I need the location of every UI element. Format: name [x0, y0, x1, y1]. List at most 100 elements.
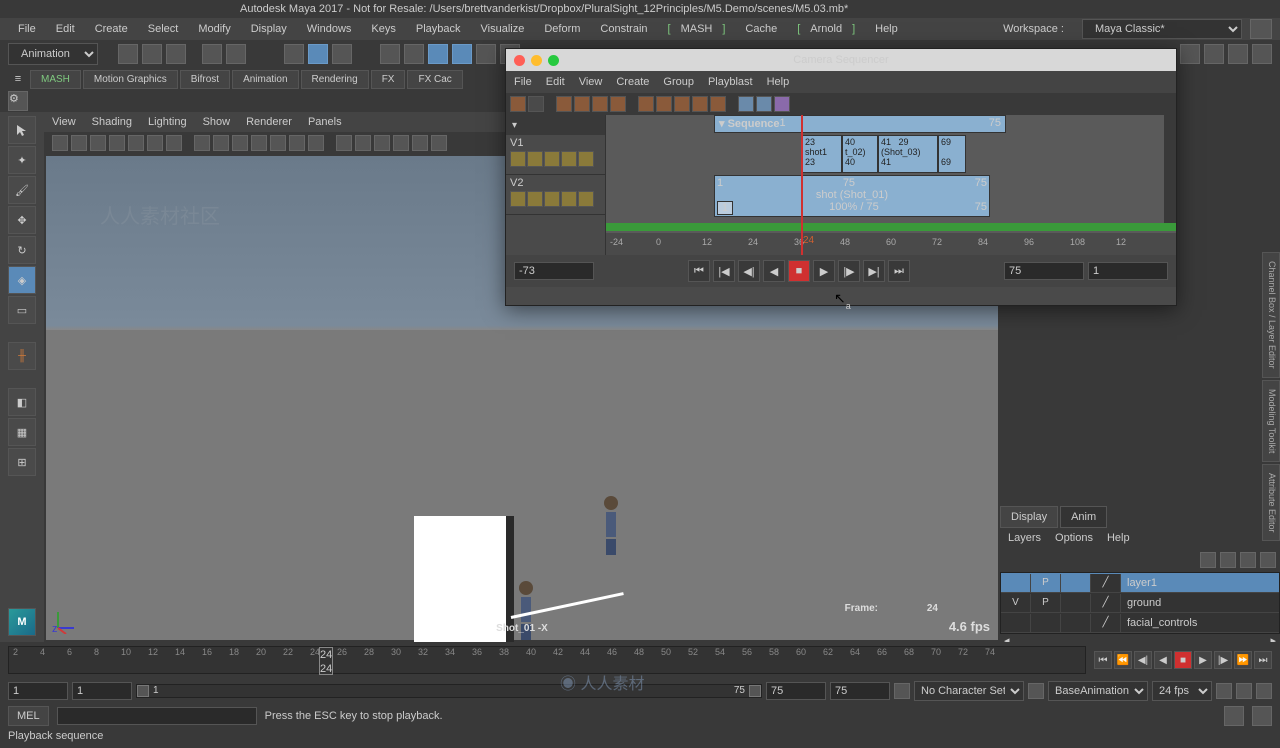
seq-track-v2[interactable]: V2: [506, 175, 605, 215]
menu-keys[interactable]: Keys: [361, 19, 405, 39]
seq-clip[interactable]: 40t_02)40: [842, 135, 878, 173]
range-handle-end[interactable]: [749, 685, 761, 697]
snap-grid-icon[interactable]: [332, 44, 352, 64]
seq-split-icon[interactable]: [656, 96, 672, 112]
anim-start-input[interactable]: [8, 682, 68, 700]
seq-insert-icon[interactable]: [610, 96, 626, 112]
vp-isolate-icon[interactable]: [336, 135, 352, 151]
seq-audio-icon[interactable]: [774, 96, 790, 112]
seq-track-v1[interactable]: V1: [506, 135, 605, 175]
timeline-ruler[interactable]: 2424 24681012141618202224262830323436384…: [8, 646, 1086, 674]
shelf-tab-mash[interactable]: MASH: [30, 70, 81, 89]
vp-ao-icon[interactable]: [374, 135, 390, 151]
step-forward-key-button[interactable]: ⏩: [1234, 651, 1252, 669]
seq-trim-icon[interactable]: [638, 96, 654, 112]
seq-play-back-button[interactable]: ◀: [763, 260, 785, 282]
vp-menu-renderer[interactable]: Renderer: [246, 116, 292, 128]
shelf-menu-icon[interactable]: ≡: [8, 73, 28, 85]
seq-overwrite-icon[interactable]: [592, 96, 608, 112]
seq-group-icon[interactable]: [692, 96, 708, 112]
seq-ubercam-icon[interactable]: [738, 96, 754, 112]
single-pane-icon[interactable]: ▦: [8, 418, 36, 446]
vp-menu-panels[interactable]: Panels: [308, 116, 342, 128]
seq-collapse-icon[interactable]: ▾: [506, 115, 605, 135]
mel-label[interactable]: MEL: [8, 706, 49, 726]
vp-menu-shading[interactable]: Shading: [92, 116, 132, 128]
layer-type-toggle[interactable]: [1061, 614, 1091, 632]
new-scene-icon[interactable]: [118, 44, 138, 64]
vp-2d-pan-icon[interactable]: [109, 135, 125, 151]
seq-go-end-button[interactable]: ⏭: [888, 260, 910, 282]
scale-tool[interactable]: ◈: [8, 266, 36, 294]
seq-clip[interactable]: 6969: [938, 135, 966, 173]
prefs-icon[interactable]: [1256, 683, 1272, 699]
tab-display[interactable]: Display: [1000, 506, 1058, 528]
move-tool[interactable]: ✥: [8, 206, 36, 234]
fps-dropdown[interactable]: 24 fps: [1152, 681, 1212, 701]
panel-layout2-icon[interactable]: [1204, 44, 1224, 64]
workspace-lock-icon[interactable]: [1250, 19, 1272, 39]
seq-playblast-icon[interactable]: [756, 96, 772, 112]
menu-windows[interactable]: Windows: [297, 19, 362, 39]
layer-color-swatch[interactable]: ╱: [1091, 614, 1121, 632]
solo-icon[interactable]: [527, 191, 543, 207]
layer-color-swatch[interactable]: ╱: [1091, 574, 1121, 592]
layer-type-toggle[interactable]: [1061, 574, 1091, 592]
layer-playback-toggle[interactable]: P: [1031, 594, 1061, 612]
seq-playhead[interactable]: 24: [801, 115, 803, 255]
seq-menu-file[interactable]: File: [514, 76, 532, 88]
vp-xray-icon[interactable]: [355, 135, 371, 151]
vp-menu-lighting[interactable]: Lighting: [148, 116, 187, 128]
anim-layer-icon[interactable]: [1028, 683, 1044, 699]
manipulator-tool[interactable]: ╫: [8, 342, 36, 370]
mute-icon[interactable]: [544, 191, 560, 207]
menu-help[interactable]: Help: [865, 19, 908, 39]
scroll-left-icon[interactable]: ◂: [1004, 634, 1010, 642]
seq-step-fwd-button[interactable]: |▶: [838, 260, 860, 282]
cam-icon[interactable]: [578, 191, 594, 207]
menu-constrain[interactable]: Constrain: [590, 19, 657, 39]
vp-grid-icon[interactable]: [147, 135, 163, 151]
play-backward-button[interactable]: ◀: [1154, 651, 1172, 669]
character-icon[interactable]: [894, 683, 910, 699]
layer-playback-toggle[interactable]: P: [1031, 574, 1061, 592]
snap-curve-icon[interactable]: [428, 44, 448, 64]
vp-grease-icon[interactable]: [128, 135, 144, 151]
seq-play-fwd-button[interactable]: ▶: [813, 260, 835, 282]
menu-arnold[interactable]: [Arnold]: [787, 19, 865, 39]
last-tool[interactable]: ▭: [8, 296, 36, 324]
four-pane-icon[interactable]: ⊞: [8, 448, 36, 476]
go-to-end-button[interactable]: ⏭: [1254, 651, 1272, 669]
menu-visualize[interactable]: Visualize: [471, 19, 535, 39]
panel-layout1-icon[interactable]: [1180, 44, 1200, 64]
menu-deform[interactable]: Deform: [534, 19, 590, 39]
step-back-button[interactable]: ◀|: [1134, 651, 1152, 669]
vp-shaded-icon[interactable]: [251, 135, 267, 151]
open-scene-icon[interactable]: [142, 44, 162, 64]
redo-icon[interactable]: [226, 44, 246, 64]
tab-anim[interactable]: Anim: [1060, 506, 1107, 528]
vp-wireframe-icon[interactable]: [232, 135, 248, 151]
layer-type-toggle[interactable]: [1061, 594, 1091, 612]
workspace-dropdown[interactable]: Maya Classic*: [1082, 19, 1242, 39]
layer-vis-toggle[interactable]: [1001, 574, 1031, 592]
vp-gate-mask-icon[interactable]: [213, 135, 229, 151]
range-handle-start[interactable]: [137, 685, 149, 697]
shelf-tab-fx[interactable]: FX: [371, 70, 406, 89]
character-set-dropdown[interactable]: No Character Set: [914, 681, 1024, 701]
layer-playback-toggle[interactable]: [1031, 614, 1061, 632]
script-editor-icon[interactable]: [1224, 706, 1244, 726]
layer-menu-help[interactable]: Help: [1107, 532, 1130, 544]
playback-end-input[interactable]: [766, 682, 826, 700]
vp-textured-icon[interactable]: [270, 135, 286, 151]
shelf-tab-fxcache[interactable]: FX Cac: [407, 70, 462, 89]
seq-end-frame-input[interactable]: [1004, 262, 1084, 280]
seq-menu-playblast[interactable]: Playblast: [708, 76, 753, 88]
seq-step-back-button[interactable]: ◀|: [738, 260, 760, 282]
layer-color-swatch[interactable]: ╱: [1091, 594, 1121, 612]
seq-menu-group[interactable]: Group: [663, 76, 694, 88]
vp-shadows-icon[interactable]: [308, 135, 324, 151]
seq-stop-button[interactable]: ■: [788, 260, 810, 282]
save-scene-icon[interactable]: [166, 44, 186, 64]
vp-dof-icon[interactable]: [431, 135, 447, 151]
